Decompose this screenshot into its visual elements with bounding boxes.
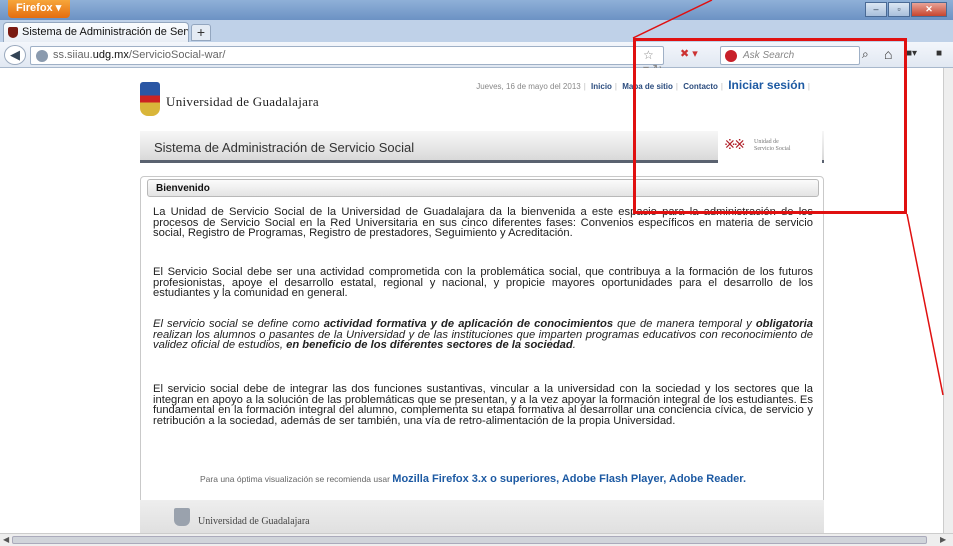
back-arrow-icon[interactable]: ◀ — [4, 45, 26, 65]
toolbar-extra-icon[interactable]: ■ — [936, 48, 950, 61]
vertical-scrollbar[interactable] — [943, 68, 953, 533]
footer-crest-logo — [174, 508, 190, 526]
minimize-button[interactable]: – — [865, 2, 887, 17]
scroll-right-arrow-icon[interactable]: ▶ — [940, 535, 946, 544]
scroll-left-arrow-icon[interactable]: ◀ — [3, 535, 9, 544]
welcome-paragraph-4: El servicio social debe de integrar las … — [153, 383, 813, 427]
p3-part-f: en beneficio de los diferentes sectores … — [286, 339, 573, 351]
p3-part-g: . — [572, 339, 576, 351]
udg-crest-logo[interactable] — [140, 82, 160, 116]
maximize-button[interactable]: ▫ — [888, 2, 910, 17]
url-prefix: ss.siiau. — [53, 49, 93, 61]
toolbar-menu-icon[interactable]: ■▾ — [906, 48, 930, 61]
new-tab-button[interactable]: + — [191, 24, 211, 41]
firefox-menu-button[interactable]: Firefox ▾ — [8, 0, 70, 18]
url-bar[interactable]: ss.siiau.udg.mx/ServicioSocial-war/ ☆ ▾ … — [30, 46, 664, 76]
url-host: udg.mx — [92, 49, 129, 61]
window-controls: – ▫ ✕ — [865, 2, 947, 17]
footer-university-name: Universidad de Guadalajara — [198, 516, 310, 527]
firefox-menu-label: Firefox — [16, 2, 53, 14]
window-titlebar: Firefox ▾ – ▫ ✕ — [0, 0, 953, 20]
recommended-software-links[interactable]: Mozilla Firefox 3.x o superiores, Adobe … — [392, 473, 746, 485]
horizontal-scroll-thumb[interactable] — [12, 536, 927, 544]
recommendation-text: Para una óptima visualización se recomie… — [200, 474, 393, 484]
site-identity-icon[interactable] — [36, 50, 48, 62]
url-path: /ServicioSocial-war/ — [128, 49, 226, 61]
browser-tab[interactable]: Sistema de Administración de Servicio S.… — [3, 22, 189, 42]
horizontal-scrollbar[interactable]: ◀ ▶ — [0, 533, 953, 546]
footer: Universidad de Guadalajara — [140, 500, 824, 533]
welcome-paragraph-2: El Servicio Social debe ser una activida… — [153, 266, 813, 299]
welcome-paragraph-3: El servicio social se define como activi… — [153, 318, 813, 351]
nav-link-inicio[interactable]: Inicio — [591, 82, 612, 91]
annotation-highlight-box — [633, 38, 907, 214]
close-window-button[interactable]: ✕ — [911, 2, 947, 17]
browser-recommendation: Para una óptima visualización se recomie… — [200, 473, 746, 485]
udg-favicon-icon — [8, 27, 18, 38]
tab-title: Sistema de Administración de Servicio S.… — [22, 26, 188, 38]
date-text: Jueves, 16 de mayo del 2013 — [476, 82, 581, 91]
banner-title: Sistema de Administración de Servicio So… — [154, 140, 415, 155]
university-name[interactable]: Universidad de Guadalajara — [166, 94, 319, 110]
